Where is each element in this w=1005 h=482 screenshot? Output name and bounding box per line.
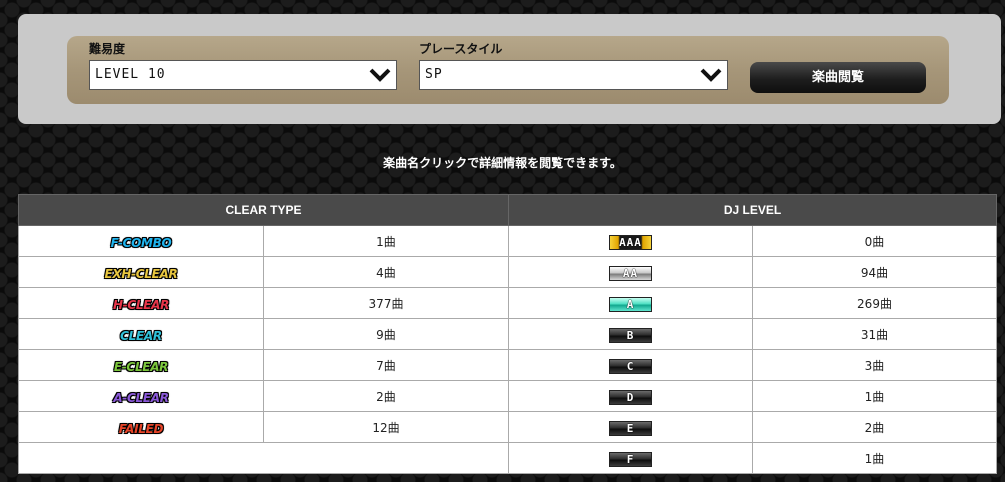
dj-count-cell: 0曲 xyxy=(752,225,997,257)
table-row: FAILED 12曲 xyxy=(18,411,509,443)
dj-level-table: DJ LEVEL AAA 0曲 AA 94曲 A 269曲 B 31曲 C 3曲 D 1曲 E 2曲 F 1曲 xyxy=(508,194,997,474)
clear-type-label: H-CLEAR xyxy=(112,297,170,312)
clear-type-cell: CLEAR xyxy=(18,318,264,350)
clear-count-cell: 377曲 xyxy=(263,287,509,319)
clear-type-label: CLEAR xyxy=(120,328,162,343)
table-row: H-CLEAR 377曲 xyxy=(18,287,509,319)
clear-type-cell: H-CLEAR xyxy=(18,287,264,319)
dj-count-cell: 31曲 xyxy=(752,318,997,350)
clear-type-label: F-COMBO xyxy=(110,235,172,250)
dj-level-header: DJ LEVEL xyxy=(508,194,997,226)
clear-count-cell: 12曲 xyxy=(263,411,509,443)
dj-level-cell: AA xyxy=(508,256,753,288)
difficulty-select[interactable]: LEVEL 10 xyxy=(89,60,397,90)
dj-level-cell: A xyxy=(508,287,753,319)
chevron-down-icon xyxy=(369,68,391,82)
dj-count-cell: 3曲 xyxy=(752,349,997,381)
grade-badge-icon: B xyxy=(609,327,652,343)
table-row: D 1曲 xyxy=(508,380,997,412)
grade-badge-icon: AAA xyxy=(609,234,652,250)
dj-level-cell: D xyxy=(508,380,753,412)
play-style-field: プレースタイル SP xyxy=(419,42,728,90)
grade-badge-icon: C xyxy=(609,358,652,374)
clear-type-cell: F-COMBO xyxy=(18,225,264,257)
clear-type-cell: E-CLEAR xyxy=(18,349,264,381)
clear-type-label: A-CLEAR xyxy=(113,390,169,405)
difficulty-value: LEVEL 10 xyxy=(95,67,166,82)
table-row: AA 94曲 xyxy=(508,256,997,288)
clear-type-cell: FAILED xyxy=(18,411,264,443)
clear-type-header: CLEAR TYPE xyxy=(18,194,509,226)
clear-type-label: EXH-CLEAR xyxy=(104,266,178,281)
dj-level-cell: B xyxy=(508,318,753,350)
clear-count-cell: 2曲 xyxy=(263,380,509,412)
table-row: EXH-CLEAR 4曲 xyxy=(18,256,509,288)
clear-type-cell: EXH-CLEAR xyxy=(18,256,264,288)
play-style-value: SP xyxy=(425,67,443,82)
dj-level-cell: C xyxy=(508,349,753,381)
difficulty-field: 難易度 LEVEL 10 xyxy=(89,42,397,90)
chevron-down-icon xyxy=(700,68,722,82)
difficulty-label: 難易度 xyxy=(89,42,126,56)
hint-text: 楽曲名クリックで詳細情報を閲覧できます。 xyxy=(383,156,622,170)
filter-panel: 難易度 LEVEL 10 プレースタイル SP 楽曲閲覧 xyxy=(18,14,1001,124)
table-row: A 269曲 xyxy=(508,287,997,319)
clear-count-cell: 1曲 xyxy=(263,225,509,257)
browse-songs-button[interactable]: 楽曲閲覧 xyxy=(750,62,926,93)
table-row: A-CLEAR 2曲 xyxy=(18,380,509,412)
clear-type-table: CLEAR TYPE F-COMBO 1曲 EXH-CLEAR 4曲 H-CLEAR 37… xyxy=(18,194,509,474)
table-row: CLEAR 9曲 xyxy=(18,318,509,350)
table-row: E 2曲 xyxy=(508,411,997,443)
grade-badge-icon: D xyxy=(609,389,652,405)
dj-level-cell: F xyxy=(508,442,753,474)
grade-badge-icon: F xyxy=(609,451,652,467)
dj-count-cell: 1曲 xyxy=(752,380,997,412)
clear-count-cell: 4曲 xyxy=(263,256,509,288)
table-row-empty xyxy=(18,442,509,474)
table-row: E-CLEAR 7曲 xyxy=(18,349,509,381)
clear-type-label: FAILED xyxy=(118,421,164,436)
play-style-label: プレースタイル xyxy=(419,42,503,56)
clear-type-cell: A-CLEAR xyxy=(18,380,264,412)
dj-level-cell: E xyxy=(508,411,753,443)
play-style-select[interactable]: SP xyxy=(419,60,728,90)
table-row: AAA 0曲 xyxy=(508,225,997,257)
dj-count-cell: 2曲 xyxy=(752,411,997,443)
table-row: B 31曲 xyxy=(508,318,997,350)
clear-count-cell: 9曲 xyxy=(263,318,509,350)
clear-type-label: E-CLEAR xyxy=(113,359,169,374)
filter-bar: 難易度 LEVEL 10 プレースタイル SP 楽曲閲覧 xyxy=(67,36,949,104)
grade-badge-icon: A xyxy=(609,296,652,312)
table-row: C 3曲 xyxy=(508,349,997,381)
dj-count-cell: 269曲 xyxy=(752,287,997,319)
grade-badge-icon: AA xyxy=(609,265,652,281)
dj-count-cell: 94曲 xyxy=(752,256,997,288)
dj-level-cell: AAA xyxy=(508,225,753,257)
table-row: F-COMBO 1曲 xyxy=(18,225,509,257)
empty-cell xyxy=(18,442,509,474)
dj-count-cell: 1曲 xyxy=(752,442,997,474)
grade-badge-icon: E xyxy=(609,420,652,436)
table-row: F 1曲 xyxy=(508,442,997,474)
clear-count-cell: 7曲 xyxy=(263,349,509,381)
